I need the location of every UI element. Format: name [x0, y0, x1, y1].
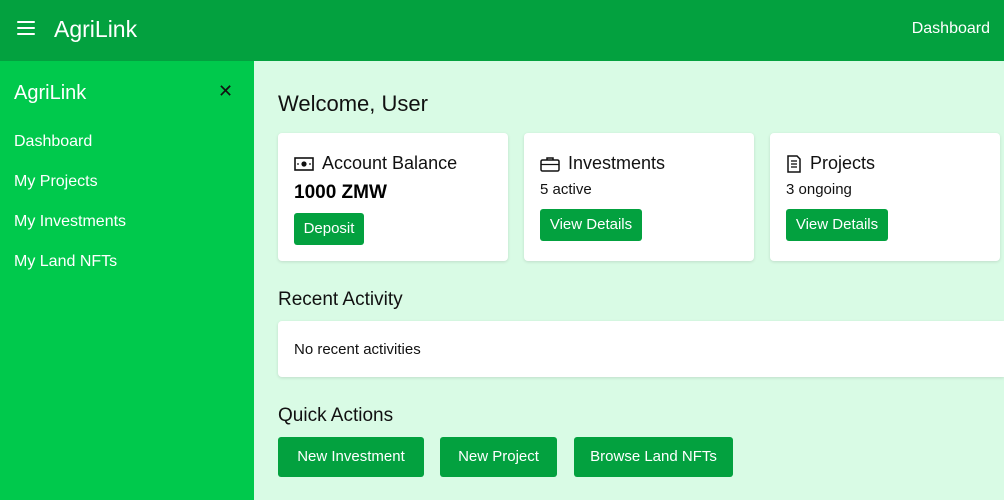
projects-card: Projects 3 ongoing View Details: [770, 133, 1000, 261]
card-title: Account Balance: [322, 153, 458, 173]
sidebar-item-dashboard[interactable]: Dashboard: [14, 133, 92, 151]
sidebar-item-my-land-nfts[interactable]: My Land NFTs: [14, 253, 117, 271]
nav-dashboard-link[interactable]: Dashboard: [912, 20, 990, 38]
sidebar-item-my-investments[interactable]: My Investments: [14, 213, 126, 231]
sidebar-title: AgriLink: [14, 82, 87, 104]
deposit-button[interactable]: Deposit: [294, 213, 364, 245]
card-header: Projects: [786, 153, 875, 174]
recent-activity-panel: No recent activities: [278, 321, 1004, 377]
new-project-button[interactable]: New Project: [440, 437, 557, 477]
top-navbar: AgriLink Dashboard: [0, 0, 1004, 61]
card-title: Investments: [568, 153, 666, 173]
sidebar: AgriLink ✕ Dashboard My Projects My Inve…: [0, 61, 254, 500]
investments-card: Investments 5 active View Details: [524, 133, 754, 261]
projects-view-details-button[interactable]: View Details: [786, 209, 888, 241]
card-header: Investments: [540, 153, 665, 174]
investments-view-details-button[interactable]: View Details: [540, 209, 642, 241]
hamburger-menu-icon[interactable]: [17, 21, 35, 37]
projects-count: 3 ongoing: [786, 181, 852, 198]
sidebar-item-my-projects[interactable]: My Projects: [14, 173, 98, 191]
money-icon: [294, 156, 314, 171]
browse-land-nfts-button[interactable]: Browse Land NFTs: [574, 437, 733, 477]
empty-activity-text: No recent activities: [294, 341, 421, 358]
investments-count: 5 active: [540, 181, 592, 198]
card-header: Account Balance: [294, 153, 457, 174]
page-title: Welcome, User: [278, 91, 428, 116]
briefcase-icon: [540, 156, 560, 172]
account-balance-card: Account Balance 1000 ZMW Deposit: [278, 133, 508, 261]
balance-value: 1000 ZMW: [294, 182, 387, 203]
card-title: Projects: [810, 153, 876, 173]
new-investment-button[interactable]: New Investment: [278, 437, 424, 477]
main-content: Welcome, User Account Balance 1000 ZMW D…: [254, 61, 1004, 500]
document-icon: [787, 154, 801, 173]
close-icon[interactable]: ✕: [218, 82, 233, 100]
recent-activity-heading: Recent Activity: [278, 289, 403, 310]
quick-actions-heading: Quick Actions: [278, 405, 394, 426]
brand-title[interactable]: AgriLink: [54, 16, 137, 43]
